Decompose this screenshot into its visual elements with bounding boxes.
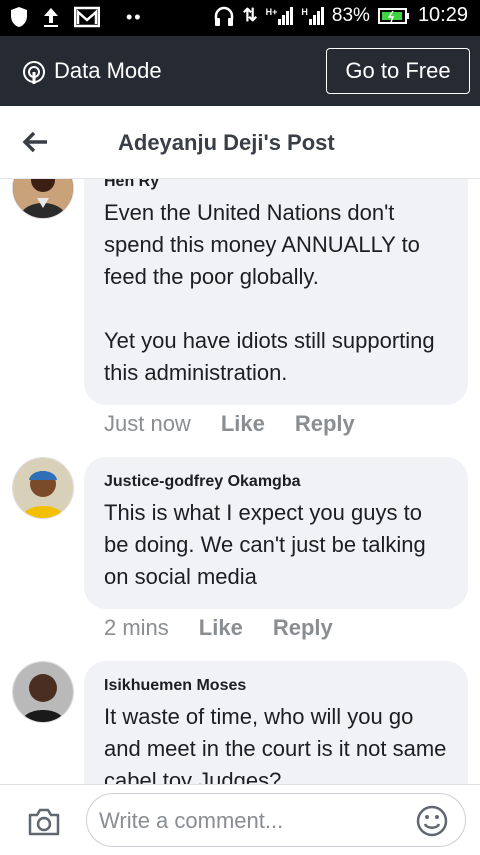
comment-placeholder: Write a comment... [99, 808, 284, 833]
more-dots-icon: •• [126, 6, 143, 27]
emoji-icon[interactable] [415, 804, 449, 838]
comment-author[interactable]: Justice-godfrey Okamgba [104, 473, 448, 491]
back-arrow-icon[interactable] [22, 130, 48, 154]
data-transfer-icon: ⇅ [242, 5, 258, 25]
comment-bubble: Isikhuemen Moses It waste of time, who w… [84, 661, 468, 785]
like-button[interactable]: Like [221, 411, 265, 437]
comment-text: It waste of time, who will you go and me… [104, 704, 447, 785]
profile-photo-icon [13, 662, 73, 722]
status-bar: •• ⇅ H+ H 83% 10:29 [0, 0, 480, 36]
data-mode-icon [23, 61, 45, 84]
comment-actions: 2 mins Like Reply [104, 615, 333, 641]
avatar[interactable] [12, 457, 74, 519]
comment-text: Even the United Nations don't spend this… [104, 200, 435, 385]
profile-photo-icon [13, 179, 73, 218]
signal-1-icon: H+ [266, 6, 294, 25]
avatar[interactable] [12, 661, 74, 723]
signal-2-icon: H [301, 6, 324, 25]
comment-author[interactable]: Hen Ry [104, 179, 448, 191]
comment-input[interactable]: Write a comment... [86, 793, 466, 847]
like-button[interactable]: Like [199, 615, 243, 641]
page-title: Adeyanju Deji's Post [118, 130, 335, 155]
comment-text: This is what I expect you guys to be doi… [104, 500, 426, 589]
mail-icon [74, 6, 100, 28]
battery-icon [377, 7, 409, 24]
camera-icon[interactable] [26, 807, 62, 837]
comment-bubble: Hen Ry Even the United Nations don't spe… [84, 179, 468, 405]
comment-author[interactable]: Isikhuemen Moses [104, 677, 448, 695]
battery-percent: 83% [331, 4, 370, 26]
comment-time: Just now [104, 411, 191, 436]
comment-composer: Write a comment... [0, 784, 480, 855]
go-to-free-button[interactable]: Go to Free [326, 48, 470, 94]
comment-bubble: Justice-godfrey Okamgba This is what I e… [84, 457, 468, 609]
reply-button[interactable]: Reply [295, 411, 355, 437]
comment-actions: Just now Like Reply [104, 411, 355, 437]
shield-icon [11, 7, 27, 27]
clock: 10:29 [417, 4, 468, 26]
data-mode-bar: Data Mode Go to Free [0, 36, 480, 106]
data-mode-label: Data Mode [54, 58, 162, 83]
upload-icon [44, 8, 58, 27]
comment-time: 2 mins [104, 615, 169, 640]
headphones-icon [214, 6, 233, 26]
profile-photo-icon [13, 458, 73, 518]
post-header: Adeyanju Deji's Post [0, 106, 480, 178]
reply-button[interactable]: Reply [273, 615, 333, 641]
avatar[interactable] [12, 179, 74, 219]
comments-feed[interactable]: Hen Ry Even the United Nations don't spe… [0, 178, 480, 785]
